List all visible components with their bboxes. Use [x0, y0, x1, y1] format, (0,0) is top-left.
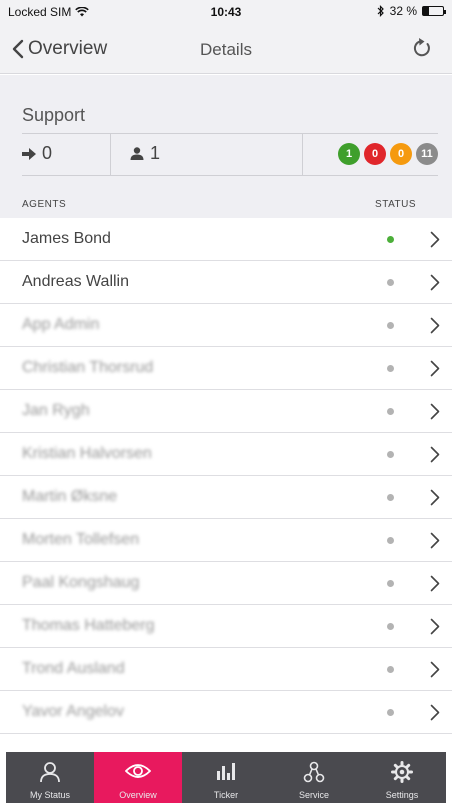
- agents-stat: 1: [130, 143, 160, 164]
- agent-row[interactable]: Jan Rygh: [0, 390, 452, 433]
- agent-row[interactable]: James Bond: [0, 218, 452, 261]
- transfers-stat: 0: [22, 143, 52, 164]
- agent-row[interactable]: Martin Øksne: [0, 476, 452, 519]
- agents-column-header: AGENTS: [22, 199, 67, 210]
- agent-name: Martin Øksne: [22, 488, 118, 505]
- status-badge-grey: 11: [416, 143, 438, 165]
- agent-row[interactable]: Morten Tollefsen: [0, 519, 452, 562]
- chevron-right-icon: [430, 618, 440, 635]
- agent-row[interactable]: Andreas Wallin: [0, 261, 452, 304]
- page-title: Details: [200, 40, 252, 59]
- agent-name: Kristian Halvorsen: [22, 445, 152, 462]
- battery-status: 32 %: [377, 4, 446, 18]
- tab-my-status[interactable]: My Status: [6, 752, 94, 803]
- tab-service[interactable]: Service: [270, 752, 358, 803]
- agent-name: Jan Rygh: [22, 402, 90, 419]
- agents-count: 1: [150, 143, 161, 163]
- agent-row[interactable]: Kristian Halvorsen: [0, 433, 452, 476]
- status-bar: Locked SIM 10:43 32 %: [0, 0, 452, 24]
- agent-name: Yavor Angelov: [22, 703, 124, 720]
- status-badge-red: 0: [364, 143, 386, 165]
- agent-row[interactable]: Christian Thorsrud: [0, 347, 452, 390]
- chevron-right-icon: [430, 446, 440, 463]
- tab-label: Settings: [385, 790, 419, 800]
- status-dot: [387, 451, 394, 458]
- tab-bar: My Status Overview Ticker Service Settin…: [6, 752, 446, 803]
- agent-name: Christian Thorsrud: [22, 359, 154, 376]
- tab-label: Service: [298, 790, 329, 800]
- status-dot: [387, 623, 394, 630]
- bar-chart-icon: [217, 763, 235, 780]
- refresh-icon: [413, 38, 430, 57]
- queue-summary: Support 0 1 1 0 0 11: [0, 75, 452, 185]
- transfers-count: 0: [42, 143, 53, 163]
- arrow-right-icon: [22, 147, 36, 160]
- chevron-right-icon: [430, 661, 440, 678]
- status-badge-green: 1: [338, 143, 360, 165]
- queue-name: Support: [22, 105, 86, 125]
- status-dot: [387, 322, 394, 329]
- agent-name: Morten Tollefsen: [22, 531, 140, 548]
- tab-label: Ticker: [213, 790, 239, 800]
- tab-settings[interactable]: Settings: [358, 752, 446, 803]
- divider: [22, 175, 438, 176]
- person-icon: [130, 147, 144, 160]
- call-status-badges: 1 0 0 11: [338, 143, 438, 165]
- status-dot: [387, 580, 394, 587]
- chevron-right-icon: [430, 489, 440, 506]
- status-dot: [387, 537, 394, 544]
- status-column-header: STATUS: [375, 199, 416, 210]
- status-dot: [387, 365, 394, 372]
- person-icon: [40, 762, 60, 783]
- agent-row[interactable]: App Admin: [0, 304, 452, 347]
- chevron-right-icon: [430, 704, 440, 721]
- agent-name: James Bond: [22, 230, 111, 247]
- tab-overview[interactable]: Overview: [94, 752, 182, 803]
- chevron-right-icon: [430, 575, 440, 592]
- chevron-right-icon: [430, 360, 440, 377]
- agent-name: Trond Ausland: [22, 660, 125, 677]
- battery-percent: 32 %: [389, 4, 417, 18]
- agent-row[interactable]: Thomas Hatteberg: [0, 605, 452, 648]
- battery-icon: [422, 6, 446, 16]
- chevron-right-icon: [430, 231, 440, 248]
- agent-row[interactable]: Paal Kongshaug: [0, 562, 452, 605]
- agent-name: Andreas Wallin: [22, 273, 130, 290]
- chevron-right-icon: [430, 317, 440, 334]
- agent-name: Thomas Hatteberg: [22, 617, 155, 634]
- status-badge-orange: 0: [390, 143, 412, 165]
- chevron-right-icon: [430, 403, 440, 420]
- gear-icon: [391, 761, 413, 783]
- status-dot: [387, 494, 394, 501]
- eye-icon: [125, 764, 151, 778]
- status-dot: [387, 408, 394, 415]
- agent-name: App Admin: [22, 316, 100, 333]
- status-dot: [387, 279, 394, 286]
- nav-bar: Overview Details: [0, 24, 452, 74]
- divider: [302, 133, 303, 175]
- agent-name: Paal Kongshaug: [22, 574, 140, 591]
- chevron-right-icon: [430, 532, 440, 549]
- status-dot: [387, 709, 394, 716]
- chevron-right-icon: [430, 274, 440, 291]
- queue-stats: 0 1 1 0 0 11: [22, 133, 438, 175]
- status-dot: [387, 666, 394, 673]
- bluetooth-icon: [377, 5, 384, 17]
- divider: [110, 133, 111, 175]
- tab-label: Overview: [119, 790, 157, 800]
- status-dot: [387, 236, 394, 243]
- agent-row[interactable]: Trond Ausland: [0, 648, 452, 691]
- tab-label: My Status: [29, 790, 70, 800]
- network-icon: [303, 761, 325, 783]
- refresh-button[interactable]: [412, 37, 432, 64]
- tab-ticker[interactable]: Ticker: [182, 752, 270, 803]
- list-header: AGENTS STATUS: [0, 185, 452, 218]
- agent-list: James Bond Andreas Wallin App Admin Christi…: [0, 218, 452, 734]
- agent-row[interactable]: Yavor Angelov: [0, 691, 452, 734]
